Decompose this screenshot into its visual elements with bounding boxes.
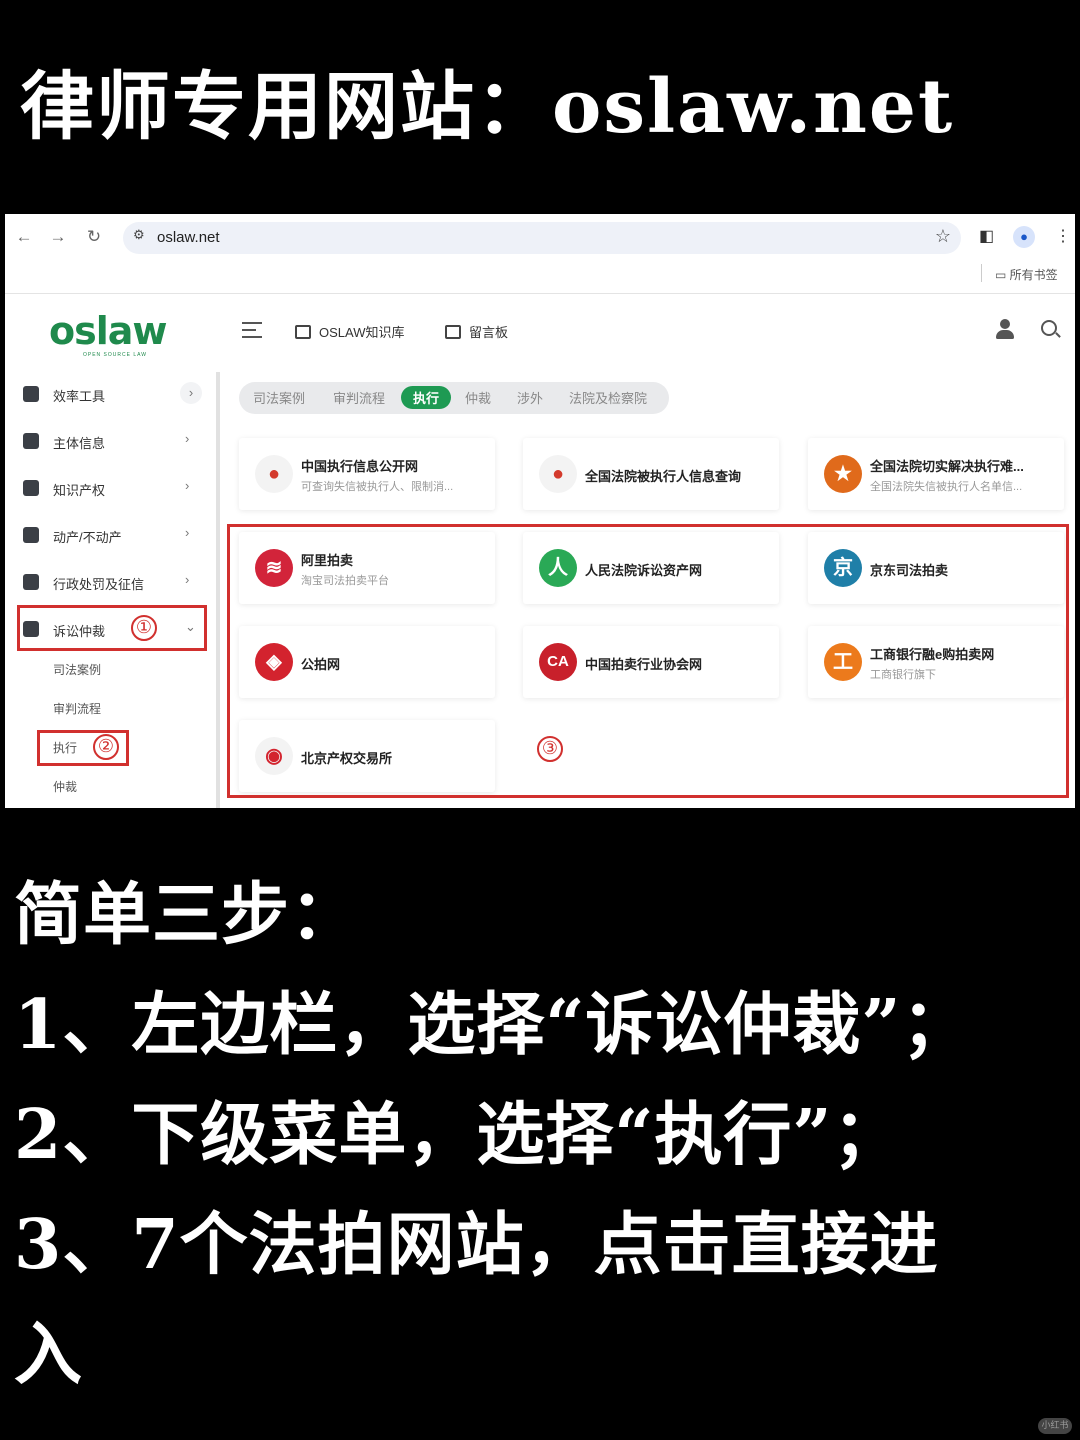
knowledge-base-link[interactable]: OSLAW知识库 xyxy=(295,322,404,341)
tab-cases[interactable]: 司法案例 xyxy=(253,388,305,407)
side-panel-icon[interactable]: ◧ xyxy=(979,226,994,246)
sidebar-item-admin-penalty[interactable]: 行政处罚及征信 › xyxy=(5,562,210,602)
user-icon[interactable] xyxy=(995,319,1015,341)
annotation-step-1: ① xyxy=(131,615,157,641)
chevron-right-icon: › xyxy=(185,431,190,446)
more-menu-icon[interactable]: ⋮ xyxy=(1055,226,1071,246)
card-title: 全国法院被执行人信息查询 xyxy=(585,469,742,484)
page-headline: 律师专用网站：oslaw.net xyxy=(20,64,955,150)
instructions: 简单三步： 1、左边栏，选择“诉讼仲裁”； 2、下级菜单，选择“执行”； 3、7… xyxy=(14,860,1074,1410)
sidebar-scrollbar[interactable] xyxy=(216,372,220,808)
sidebar-item-ip[interactable]: 知识产权 › xyxy=(5,468,210,508)
tab-courts[interactable]: 法院及检察院 xyxy=(569,388,647,407)
browser-toolbar: ← → ↻ ⚙ oslaw.net ☆ ◧ ● ⋮ ▭ 所有书签 xyxy=(5,214,1075,294)
site-card-zxgk[interactable]: ● 中国执行信息公开网 可查询失信被执行人、限制消... xyxy=(239,438,495,510)
highlight-auction-sites xyxy=(227,524,1069,798)
search-icon[interactable] xyxy=(1041,320,1057,336)
sidebar-item-label: 动产/不动产 xyxy=(53,530,122,545)
sidebar-item-label: 效率工具 xyxy=(53,389,106,404)
card-desc: 可查询失信被执行人、限制消... xyxy=(301,481,454,493)
card-title: 全国法院切实解决执行难... xyxy=(870,459,1024,474)
site-header: oslaw OPEN SOURCE LAW OSLAW知识库 留言板 xyxy=(5,294,1075,372)
instruction-step-3-cont: 入 xyxy=(14,1315,84,1395)
court-emblem-icon: ● xyxy=(539,455,577,493)
tab-arbitration[interactable]: 仲裁 xyxy=(465,388,491,407)
site-settings-icon[interactable]: ⚙ xyxy=(133,227,145,243)
annotation-step-2: ② xyxy=(93,734,119,760)
logo-tagline: OPEN SOURCE LAW xyxy=(83,352,147,358)
card-desc: 全国法院失信被执行人名单信... xyxy=(870,481,1023,493)
back-arrow-icon[interactable]: ← xyxy=(13,226,35,248)
knowledge-base-label: OSLAW知识库 xyxy=(319,325,405,340)
watermark: 小红书 xyxy=(1038,1418,1072,1434)
annotation-step-3: ③ xyxy=(537,736,563,762)
building-icon xyxy=(23,527,39,543)
folder-icon: ▭ xyxy=(995,268,1010,282)
book-open-icon xyxy=(23,574,39,590)
instruction-step-2: 2、下级菜单，选择“执行”； xyxy=(14,1095,902,1175)
lightbulb-icon xyxy=(23,480,39,496)
instruction-step-3: 3、7个法拍网站，点击直接进 xyxy=(14,1205,939,1285)
message-board-label: 留言板 xyxy=(469,325,509,340)
court-emblem-icon: ★ xyxy=(824,455,862,493)
sidebar-item-label: 知识产权 xyxy=(53,483,106,498)
message-board-link[interactable]: 留言板 xyxy=(445,322,508,341)
sidebar-item-property[interactable]: 动产/不动产 › xyxy=(5,515,210,555)
tab-trial[interactable]: 审判流程 xyxy=(333,388,385,407)
profile-avatar-icon[interactable]: ● xyxy=(1013,226,1035,248)
hamburger-menu-icon[interactable] xyxy=(242,322,262,343)
cube-icon xyxy=(23,433,39,449)
site-card-bzxr[interactable]: ● 全国法院被执行人信息查询 xyxy=(523,438,779,510)
forward-arrow-icon[interactable]: → xyxy=(47,226,69,248)
clipboard-check-icon xyxy=(23,386,39,402)
sidebar-item-entity-info[interactable]: 主体信息 › xyxy=(5,421,210,461)
chevron-right-icon: › xyxy=(185,525,190,540)
chevron-right-icon: › xyxy=(185,478,190,493)
instructions-title: 简单三步： xyxy=(14,875,360,955)
category-tabs: 司法案例 审判流程 执行 仲裁 涉外 法院及检察院 xyxy=(239,382,669,414)
court-emblem-icon: ● xyxy=(255,455,293,493)
archive-box-icon xyxy=(445,325,461,339)
logo-wordmark: oslaw xyxy=(49,309,168,353)
all-bookmarks-label: 所有书签 xyxy=(1009,268,1058,282)
submenu-item-cases[interactable]: 司法案例 xyxy=(53,661,101,678)
all-bookmarks-button[interactable]: ▭ 所有书签 xyxy=(981,264,1058,283)
oslaw-logo[interactable]: oslaw OPEN SOURCE LAW xyxy=(49,309,179,358)
card-title: 中国执行信息公开网 xyxy=(301,459,419,474)
sidebar-item-label: 行政处罚及征信 xyxy=(53,577,145,592)
tab-foreign[interactable]: 涉外 xyxy=(517,388,543,407)
highlight-litigation xyxy=(17,605,207,651)
tab-execution[interactable]: 执行 xyxy=(401,386,452,409)
submenu-item-arbitration[interactable]: 仲裁 xyxy=(53,778,77,795)
chevron-right-icon: › xyxy=(180,382,202,404)
website-screenshot: ← → ↻ ⚙ oslaw.net ☆ ◧ ● ⋮ ▭ 所有书签 oslaw O… xyxy=(5,214,1075,808)
book-icon xyxy=(295,325,311,339)
address-url[interactable]: oslaw.net xyxy=(157,229,220,246)
sidebar-item-efficiency-tools[interactable]: 效率工具 › xyxy=(5,374,210,414)
bookmark-star-icon[interactable]: ☆ xyxy=(935,226,951,247)
submenu-item-trial[interactable]: 审判流程 xyxy=(53,700,101,717)
sidebar-item-label: 主体信息 xyxy=(53,436,106,451)
site-card-jszxn[interactable]: ★ 全国法院切实解决执行难... 全国法院失信被执行人名单信... xyxy=(808,438,1064,510)
reload-icon[interactable]: ↻ xyxy=(83,226,105,248)
address-bar[interactable]: ⚙ oslaw.net ☆ xyxy=(123,222,961,254)
instruction-step-1: 1、左边栏，选择“诉讼仲裁”； xyxy=(14,985,971,1065)
chevron-right-icon: › xyxy=(185,572,190,587)
